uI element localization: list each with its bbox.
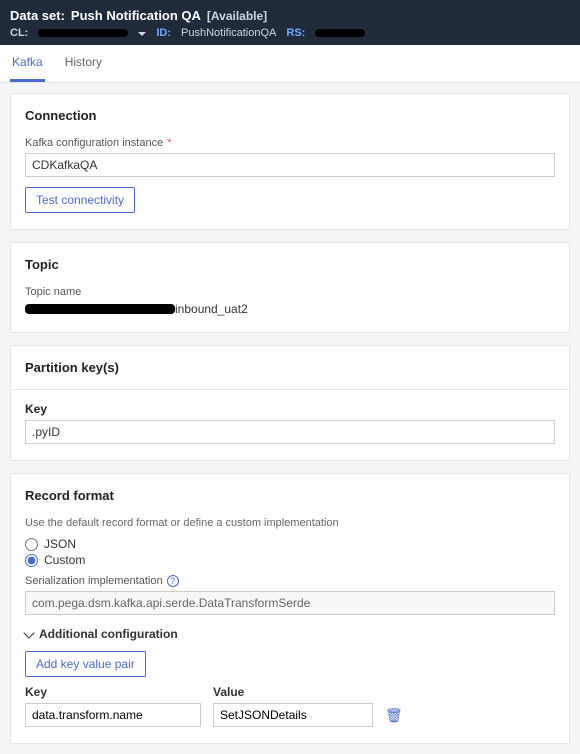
rs-label: RS: (286, 27, 305, 39)
cl-label: CL: (10, 27, 28, 39)
connection-heading: Connection (25, 108, 555, 123)
partition-key-label: Key (25, 402, 555, 416)
kv-key-input[interactable] (25, 703, 201, 727)
topic-prefix-redacted (25, 304, 175, 314)
help-icon[interactable]: ? (167, 575, 179, 587)
cl-value-redacted (38, 29, 128, 37)
content-area: Connection Kafka configuration instance … (0, 83, 580, 754)
topic-name-label: Topic name (25, 286, 555, 298)
add-key-value-button[interactable]: Add key value pair (25, 651, 146, 677)
partition-key-input[interactable] (25, 420, 555, 444)
rs-value-redacted (315, 29, 365, 37)
instance-label: Kafka configuration instance * (25, 137, 555, 149)
tab-history[interactable]: History (63, 45, 104, 82)
test-connectivity-button[interactable]: Test connectivity (25, 187, 135, 213)
id-value: PushNotificationQA (181, 27, 276, 39)
radio-custom-label: Custom (44, 553, 85, 567)
kv-value-input[interactable] (213, 703, 373, 727)
kv-table: Key Value 🗑 (25, 685, 555, 727)
topic-card: Topic Topic name inbound_uat2 (10, 242, 570, 333)
topic-heading: Topic (25, 257, 555, 272)
tabs: Kafka History (0, 45, 580, 83)
required-icon: * (167, 137, 171, 149)
partition-card: Partition key(s) Key (10, 345, 570, 461)
partition-heading: Partition key(s) (25, 360, 555, 375)
radio-custom[interactable]: Custom (25, 553, 555, 567)
chevron-down-icon (23, 627, 34, 638)
additional-config-toggle[interactable]: Additional configuration (25, 627, 555, 641)
kv-value-header: Value (213, 685, 373, 699)
tab-kafka[interactable]: Kafka (10, 45, 45, 82)
page-header: Data set: Push Notification QA [Availabl… (0, 0, 580, 45)
serialization-label: Serialization implementation ? (25, 575, 555, 587)
radio-json-label: JSON (44, 537, 76, 551)
additional-config-label: Additional configuration (39, 627, 178, 641)
serialization-input[interactable] (25, 591, 555, 615)
title-prefix: Data set: (10, 8, 65, 23)
page-title: Data set: Push Notification QA [Availabl… (10, 8, 570, 23)
record-heading: Record format (25, 488, 555, 503)
kv-header: Key Value (25, 685, 555, 699)
connection-card: Connection Kafka configuration instance … (10, 93, 570, 230)
serialization-label-text: Serialization implementation (25, 575, 163, 587)
kv-row: 🗑 (25, 703, 555, 727)
trash-icon[interactable]: 🗑 (385, 707, 403, 724)
kafka-instance-input[interactable] (25, 153, 555, 177)
record-helper: Use the default record format or define … (25, 517, 555, 529)
record-format-card: Record format Use the default record for… (10, 473, 570, 744)
instance-label-text: Kafka configuration instance (25, 137, 163, 149)
topic-name-value: inbound_uat2 (25, 302, 555, 316)
title-text: Push Notification QA (71, 8, 201, 23)
radio-custom-input[interactable] (25, 554, 38, 567)
radio-json[interactable]: JSON (25, 537, 555, 551)
status-badge: [Available] (207, 9, 267, 23)
kv-key-header: Key (25, 685, 201, 699)
radio-json-input[interactable] (25, 538, 38, 551)
id-label: ID: (156, 27, 171, 39)
header-meta: CL: ID: PushNotificationQA RS: (10, 27, 570, 45)
topic-suffix: inbound_uat2 (175, 302, 248, 316)
chevron-down-icon[interactable] (138, 32, 146, 40)
